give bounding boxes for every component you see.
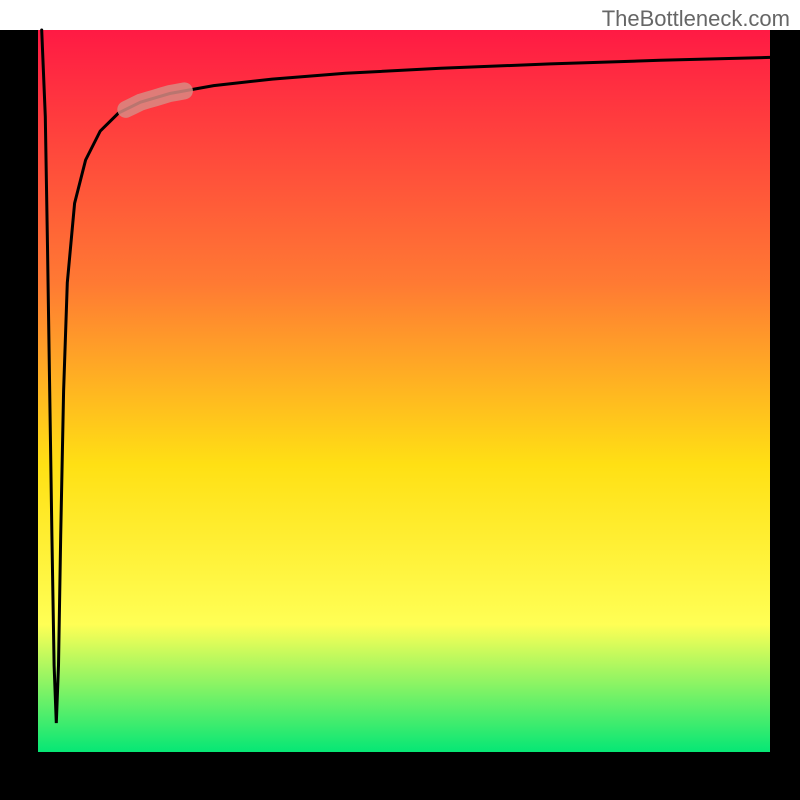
chart-background bbox=[33, 30, 770, 755]
chart-svg bbox=[0, 0, 800, 800]
axis-right bbox=[770, 30, 800, 770]
axis-left bbox=[0, 30, 38, 770]
chart-container bbox=[0, 0, 800, 800]
watermark-text: TheBottleneck.com bbox=[602, 6, 790, 32]
axis-bottom bbox=[0, 752, 800, 800]
